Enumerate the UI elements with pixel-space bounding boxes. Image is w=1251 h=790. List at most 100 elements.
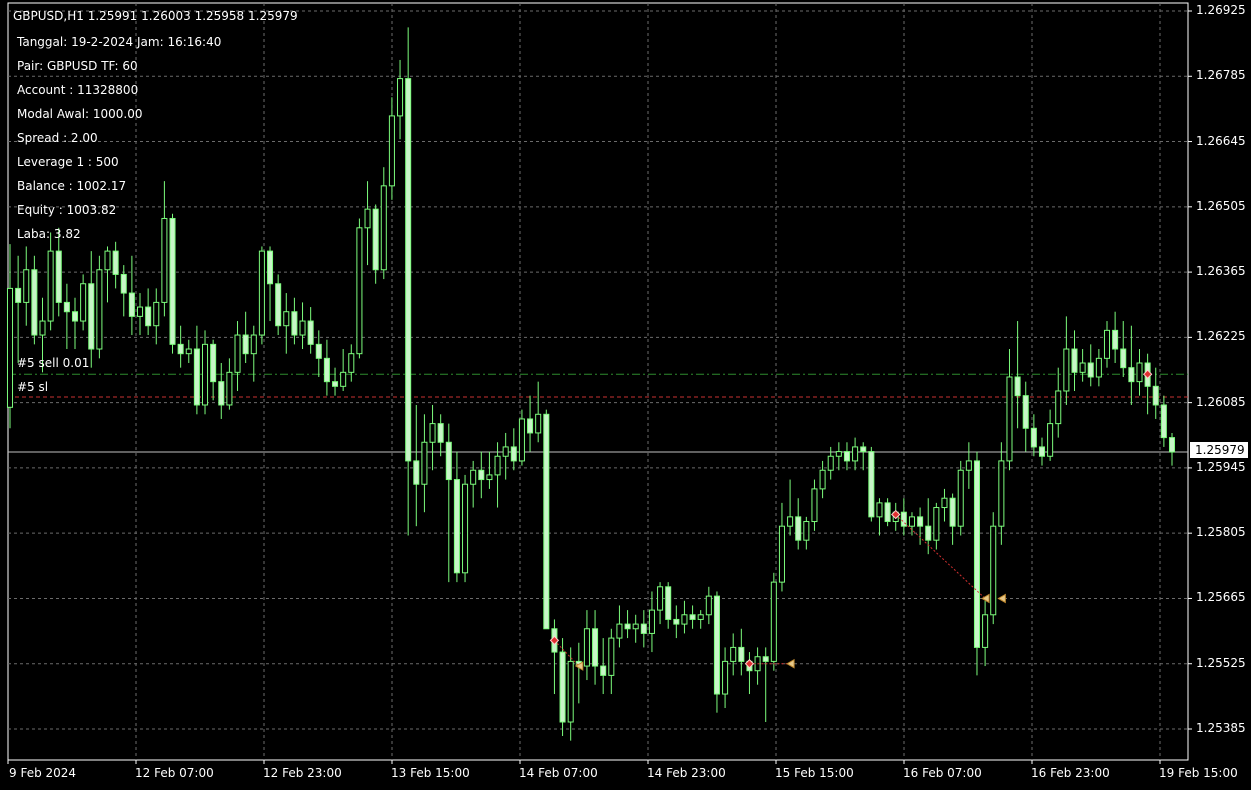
candle-body (23, 269, 30, 303)
candle-body (71, 311, 79, 322)
stop-loss-label[interactable]: #5 sl (17, 380, 48, 394)
candle-body (445, 441, 452, 481)
price-tick-label: 1.25805 (1196, 525, 1246, 540)
candle-body (933, 507, 940, 541)
candle-body (31, 269, 38, 336)
candle-body (648, 609, 655, 634)
candle-body (697, 614, 704, 620)
candle-body (1112, 329, 1119, 350)
close-marker-icon (786, 658, 795, 669)
candle-body (518, 418, 525, 462)
candle-body (681, 614, 688, 625)
candle-body (1095, 357, 1102, 378)
candle-body (510, 446, 517, 462)
candle-body (640, 623, 647, 634)
time-tick-label: 14 Feb 23:00 (647, 766, 726, 780)
price-tick-label: 1.25945 (1196, 459, 1246, 474)
price-tick-label: 1.26225 (1196, 329, 1246, 344)
candle-body (15, 287, 22, 303)
candle-body (258, 250, 265, 336)
bid-price-badge: 1.25979 (1190, 442, 1248, 458)
price-tick-label: 1.25385 (1196, 721, 1246, 735)
candle-body (917, 516, 924, 527)
candle-body (1128, 367, 1135, 383)
candle-body (161, 217, 168, 303)
candle-body (1079, 362, 1086, 373)
candle-body (437, 423, 444, 443)
price-tick-label: 1.26505 (1196, 198, 1246, 213)
candle-body (795, 516, 802, 541)
candle-body (884, 502, 891, 523)
price-tick-label: 1.26925 (1196, 3, 1246, 17)
info-pair: Pair: GBPUSD TF: 60 (17, 59, 138, 73)
candle-body (120, 273, 127, 294)
candle-body (722, 660, 729, 695)
candle-body (819, 469, 826, 490)
candle-body (234, 334, 241, 373)
price-tick-label: 1.25525 (1196, 655, 1246, 670)
candle-body (559, 651, 566, 723)
candle-body (380, 185, 387, 271)
candle-body (112, 250, 119, 275)
candle-body (535, 413, 542, 434)
candle-body (616, 623, 623, 639)
price-chart[interactable] (0, 0, 1251, 790)
info-spread: Spread : 2.00 (17, 131, 98, 145)
candle-body (429, 423, 436, 443)
candle-body (136, 306, 144, 317)
candle-body (453, 479, 460, 574)
candle-body (567, 660, 574, 723)
time-tick-label: 16 Feb 07:00 (903, 766, 982, 780)
symbol-ohlc-header: GBPUSD,H1 1.25991 1.26003 1.25958 1.2597… (13, 9, 298, 23)
candle-body (397, 78, 404, 117)
candle-body (486, 474, 493, 481)
candle-body (88, 283, 95, 350)
candle-body (80, 283, 87, 322)
time-tick-label: 15 Feb 15:00 (775, 766, 854, 780)
chart-window[interactable]: GBPUSD,H1 1.25991 1.26003 1.25958 1.2597… (0, 0, 1251, 790)
candle-body (177, 343, 184, 355)
sell-order-label[interactable]: #5 sell 0.01 (17, 356, 89, 370)
candle-body (478, 469, 485, 481)
candle-body (730, 646, 737, 662)
candle-body (218, 381, 225, 406)
candle-body (193, 348, 200, 406)
candle-body (307, 320, 314, 345)
time-tick-label: 19 Feb 15:00 (1159, 766, 1238, 780)
candle-body (291, 311, 298, 336)
candle-body (63, 301, 70, 313)
candle-body (860, 446, 867, 453)
candle-body (55, 250, 62, 303)
time-tick-label: 13 Feb 15:00 (391, 766, 470, 780)
price-tick-label: 1.26085 (1196, 394, 1246, 409)
candle-body (494, 455, 501, 476)
candle-body (462, 483, 469, 574)
candle-body (713, 595, 720, 695)
candle-body (128, 292, 135, 317)
candle-body (624, 623, 631, 630)
time-tick-label: 14 Feb 07:00 (519, 766, 598, 780)
candle-body (1014, 376, 1021, 397)
candle-body (925, 525, 932, 541)
price-tick-label: 1.26365 (1196, 264, 1246, 279)
close-marker-icon (997, 593, 1006, 604)
candle-body (39, 320, 46, 336)
candle-body (202, 343, 209, 406)
candle-body (705, 595, 712, 616)
info-account: Account : 11328800 (17, 83, 139, 97)
candle-body (275, 283, 282, 327)
candle-body (868, 451, 875, 518)
time-tick-label: 16 Feb 23:00 (1031, 766, 1110, 780)
candle-body (315, 343, 322, 359)
trade-path-line (554, 640, 580, 667)
trade-path-line (895, 514, 986, 599)
candle-body (852, 446, 859, 462)
candle-body (787, 516, 794, 527)
candle-body (982, 614, 989, 648)
candle-body (96, 269, 103, 350)
info-balance: Balance : 1002.17 (17, 179, 127, 193)
candle-body (973, 460, 980, 648)
candle-body (364, 208, 371, 229)
info-date-time: Tanggal: 19-2-2024 Jam: 16:16:40 (17, 35, 222, 49)
candle-body (965, 460, 972, 471)
